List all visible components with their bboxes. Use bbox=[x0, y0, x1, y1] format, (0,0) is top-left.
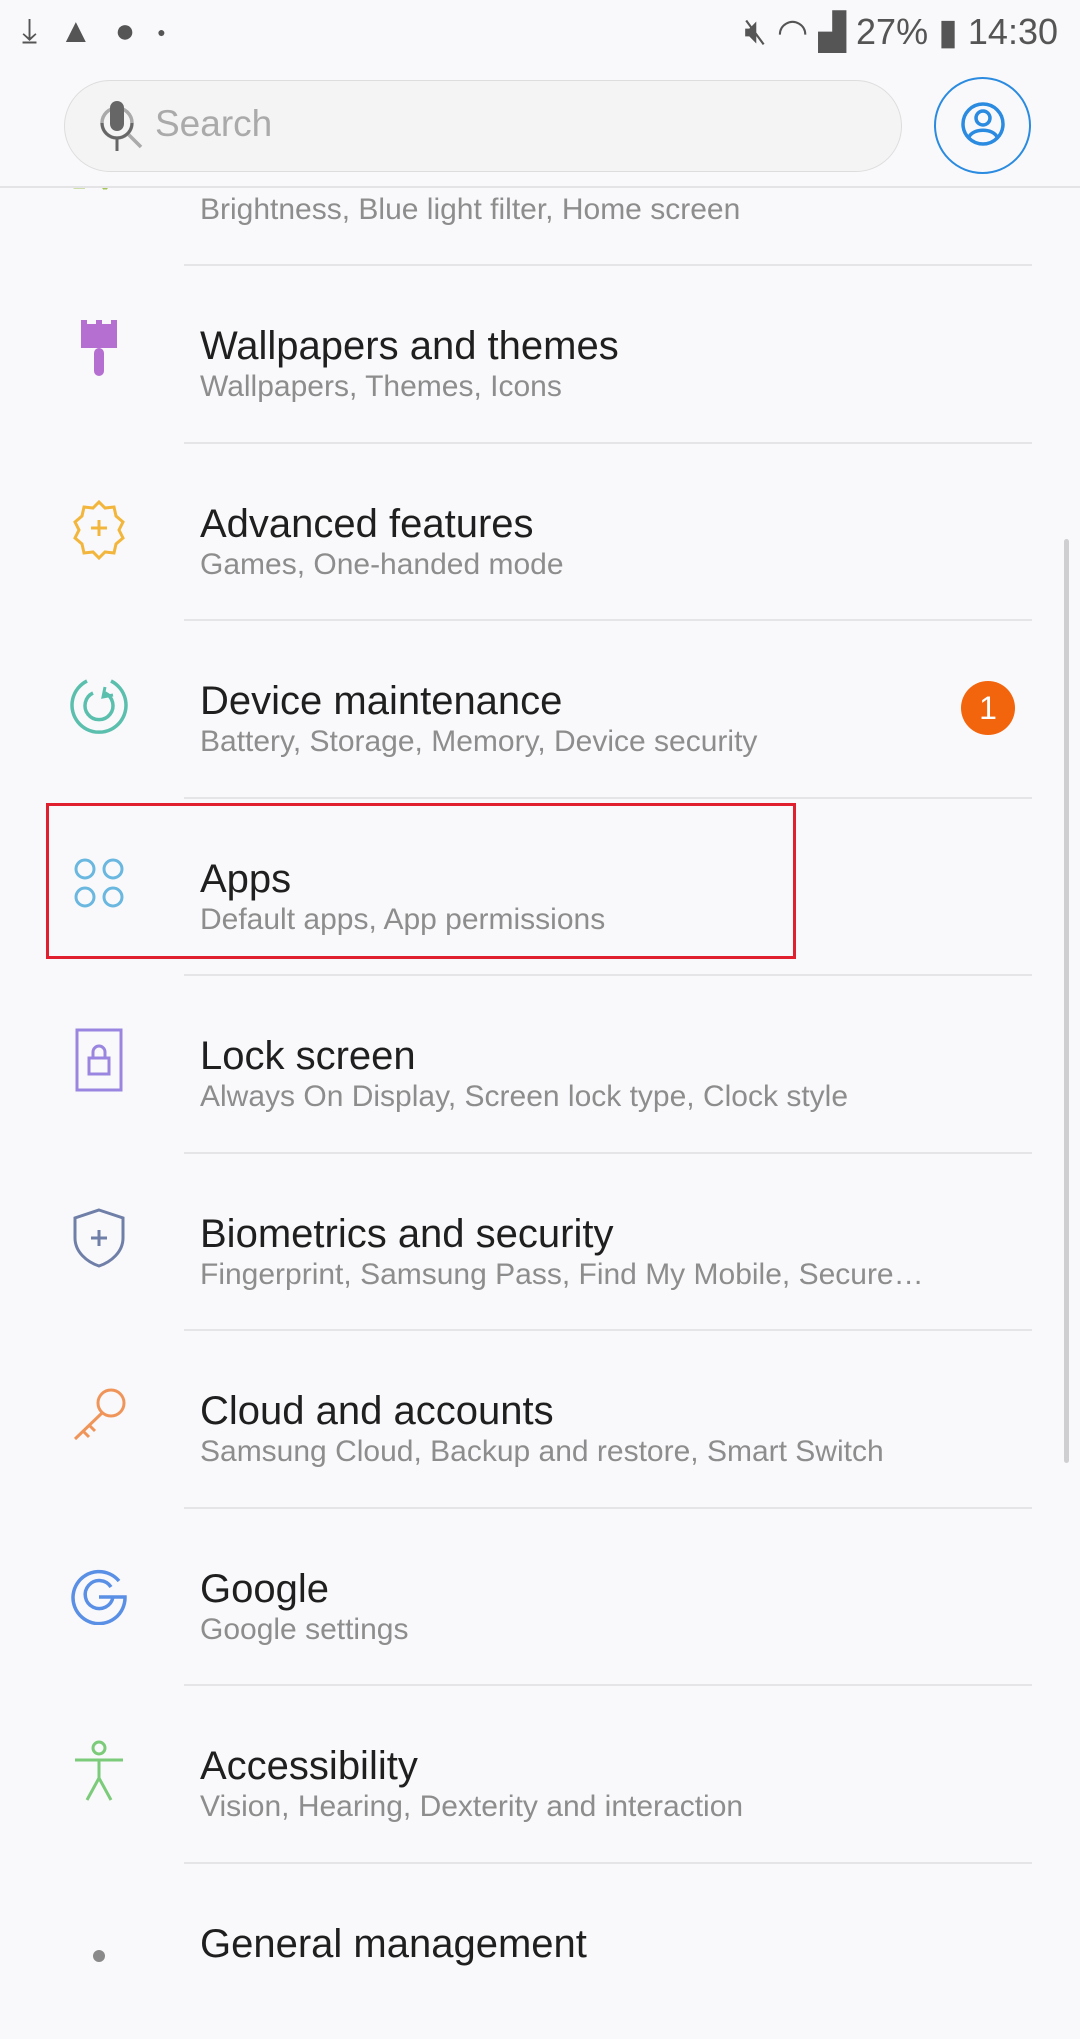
divider bbox=[184, 441, 1032, 444]
list-item-subtitle: Samsung Cloud, Backup and restore, Smart… bbox=[200, 1435, 884, 1468]
list-item-subtitle: Battery, Storage, Memory, Device securit… bbox=[200, 725, 758, 758]
list-item-subtitle: Games, One-handed mode bbox=[200, 547, 564, 581]
divider bbox=[184, 796, 1032, 799]
list-item-subtitle: Fingerprint, Samsung Pass, Find My Mobil… bbox=[200, 1257, 924, 1291]
scrollbar[interactable] bbox=[1064, 539, 1069, 1463]
list-item-biometrics-and-security[interactable]: Biometrics and security Fingerprint, Sam… bbox=[0, 1151, 1080, 1329]
battery-charging-icon: ▮ bbox=[938, 10, 958, 52]
sliders-icon bbox=[93, 1949, 105, 1962]
clock: 14:30 bbox=[967, 10, 1058, 52]
lock-icon bbox=[75, 1028, 123, 1092]
list-item-subtitle: Wallpapers, Themes, Icons bbox=[200, 370, 562, 403]
divider bbox=[184, 1151, 1032, 1154]
divider bbox=[184, 974, 1032, 976]
download-icon: ⤓ bbox=[22, 12, 38, 50]
mic-icon[interactable] bbox=[97, 99, 137, 153]
profile-icon bbox=[961, 102, 1005, 146]
list-item-title: Advanced features bbox=[200, 501, 534, 546]
warning-icon: ▲ bbox=[59, 12, 93, 50]
divider bbox=[184, 1684, 1032, 1686]
divider bbox=[184, 1329, 1032, 1331]
alert-icon: ● bbox=[114, 12, 136, 50]
mute-icon: 🔇︎ bbox=[744, 10, 767, 51]
dot-icon: ● bbox=[157, 23, 166, 40]
list-item-lock-screen[interactable]: Lock screen Always On Display, Screen lo… bbox=[0, 974, 1080, 1151]
list-item-accessibility[interactable]: Accessibility Vision, Hearing, Dexterity… bbox=[0, 1684, 1080, 1861]
list-item-device-maintenance[interactable]: Device maintenance Battery, Storage, Mem… bbox=[0, 619, 1080, 796]
list-item-title: Lock screen bbox=[200, 1034, 416, 1078]
list-item-general-management[interactable]: General management bbox=[0, 1861, 1080, 2039]
list-item-subtitle: Brightness, Blue light filter, Home scre… bbox=[200, 193, 741, 226]
divider bbox=[184, 1506, 1032, 1509]
list-item-title: Wallpapers and themes bbox=[200, 324, 619, 368]
paint-brush-icon bbox=[81, 320, 117, 376]
profile-button[interactable] bbox=[934, 77, 1031, 174]
google-icon bbox=[71, 1569, 127, 1625]
list-item-title: General management bbox=[200, 1921, 587, 1966]
signal-icon: ▟ bbox=[818, 10, 847, 52]
divider bbox=[184, 619, 1032, 621]
list-item-title: Google bbox=[200, 1566, 329, 1611]
refresh-circle-icon bbox=[70, 679, 128, 734]
key-icon bbox=[73, 1388, 126, 1441]
list-item-subtitle: Google settings bbox=[200, 1612, 409, 1646]
gear-plus-icon bbox=[73, 499, 125, 560]
battery-level: 27% bbox=[856, 10, 929, 52]
search-input[interactable]: Search bbox=[64, 80, 902, 172]
list-item-cloud-and-accounts[interactable]: Cloud and accounts Samsung Cloud, Backup… bbox=[0, 1329, 1080, 1506]
notification-badge: 1 bbox=[961, 681, 1015, 735]
wifi-icon: ◠ bbox=[776, 10, 809, 52]
search-placeholder: Search bbox=[155, 103, 273, 144]
list-item-subtitle: Always On Display, Screen lock type, Clo… bbox=[200, 1080, 849, 1113]
list-item-title: Cloud and accounts bbox=[200, 1389, 554, 1433]
list-item-subtitle: Vision, Hearing, Dexterity and interacti… bbox=[200, 1790, 744, 1823]
accessibility-icon bbox=[75, 1740, 123, 1801]
list-item-title: Biometrics and security bbox=[200, 1211, 614, 1256]
divider bbox=[184, 1861, 1032, 1864]
list-item-title: Accessibility bbox=[200, 1744, 418, 1788]
list-item-title: Device maintenance bbox=[200, 679, 563, 723]
status-bar: ⤓ ▲ ● ● 🔇︎ ◠ ▟ 27% ▮ 14:30 bbox=[0, 0, 1080, 66]
list-item-advanced-features[interactable]: Advanced features Games, One-handed mode bbox=[0, 441, 1080, 619]
list-item-wallpapers-and-themes[interactable]: Wallpapers and themes Wallpapers, Themes… bbox=[0, 264, 1080, 441]
apps-highlight-box bbox=[46, 803, 796, 959]
divider bbox=[184, 264, 1032, 266]
list-item-google[interactable]: Google Google settings bbox=[0, 1506, 1080, 1684]
search-header: Search bbox=[0, 66, 1080, 188]
shield-icon bbox=[73, 1207, 125, 1268]
